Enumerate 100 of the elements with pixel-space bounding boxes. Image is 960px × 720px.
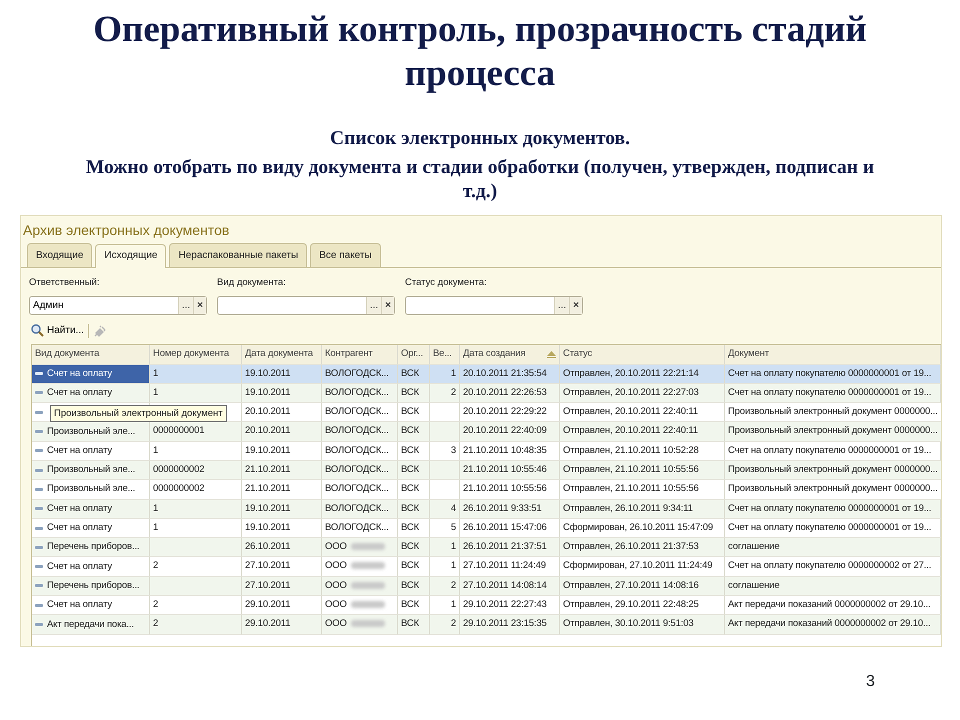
document-icon [35,584,43,588]
table-cell: Произвольный электронный документ 0000000... [725,422,941,442]
clear-button[interactable]: × [569,297,582,314]
window-title: Архив электронных документов [22,220,230,240]
tab[interactable]: Исходящие [95,244,166,268]
table-cell: 1 [430,538,460,558]
table-cell: 20.10.2011 21:35:54 [460,364,560,384]
table-cell: ВОЛОГОДСК... [322,384,398,404]
table-cell: 1 [430,364,460,384]
clear-button[interactable]: × [193,297,206,314]
find-button[interactable]: Найти... [31,323,84,338]
column-header[interactable]: Вид документа [32,345,150,364]
table-cell-text: Счет на оплату [47,444,112,458]
table-cell: ООО [325,541,347,552]
table-cell: 4 [430,500,460,519]
select-button[interactable]: ... [554,297,570,314]
table-row[interactable]: Счет на оплату 1 19.10.2011 ВОЛОГОДСК... ВСК 4 26.10.2011 9:33:51 Отправлен, 26.10.2011 9:34:11 Счет на оплату покупателю 0000000001 от 19... [32,500,941,519]
slide-subtitle: Можно отобрать по виду документа и стадии обработки (получен, утвержден, подписан и т.д.) [84,156,876,203]
table-cell: ВСК [398,384,430,404]
table-cell: Акт передачи показаний 0000000002 от 29.10... [725,615,941,635]
column-header[interactable]: Контрагент [322,345,398,364]
table-cell: ВСК [398,538,430,558]
document-icon [35,391,43,394]
table-cell: 20.10.2011 22:26:53 [460,384,560,404]
table-cell-text: Счет на оплату [47,366,112,381]
column-header[interactable]: Дата документа [242,345,322,364]
table-cell: Счет на оплату покупателю 0000000001 от 19... [725,500,941,519]
table-cell: соглашение [725,538,941,558]
tab[interactable]: Нераспакованные пакеты [169,242,308,267]
table-cell-text: Произвольный эле... [47,482,136,496]
document-icon [35,565,43,568]
select-button[interactable]: ... [178,297,194,314]
field-label: Вид документа: [217,276,287,290]
table-cell: 1 [150,364,242,384]
table-cell-text: Перечень приборов... [47,578,140,593]
table-cell: ВОЛОГОДСК... [322,500,398,519]
table-row[interactable]: Счет на оплату 1 19.10.2011 ВОЛОГОДСК... ВСК 1 20.10.2011 21:35:54 Отправлен, 20.10.2011 22:21:14 Счет на оплату покупателю 0000000001 от 19... [32,364,941,384]
table-row[interactable]: Акт передачи пока... 2 29.10.2011 ООО ВСК 2 29.10.2011 23:15:35 Отправлен, 30.10.2011 9:51:03 Акт передачи показаний 0000000002 от 29.10... [32,615,941,635]
table-cell-text: Счет на оплату [47,502,112,516]
table-cell-text: Счет на оплату [47,521,112,536]
table-cell: 19.10.2011 [242,500,322,519]
table-cell: 29.10.2011 [242,615,322,635]
table-cell: Отправлен, 26.10.2011 21:37:53 [560,538,725,558]
table-cell: 19.10.2011 [242,384,322,404]
field-label: Ответственный: [29,276,100,290]
column-header[interactable]: Дата создания [460,345,560,364]
table-cell: Отправлен, 27.10.2011 14:08:16 [560,576,725,596]
table-cell: ВСК [398,576,430,596]
input-field[interactable]: ... × [405,296,583,316]
table-cell: Счет на оплату покупателю 0000000001 от 19... [725,384,941,404]
document-icon [35,410,43,414]
table-cell-text: Счет на оплату [47,598,112,612]
select-button[interactable]: ... [366,297,382,314]
document-icon [35,430,43,434]
table-cell: ВОЛОГОДСК... [322,422,398,442]
column-header[interactable]: Статус [560,345,725,364]
table-row[interactable]: Произвольный эле... 0000000001 20.10.2011 ВОЛОГОДСК... ВСК 20.10.2011 22:40:09 Отправлен, 20.10.2011 22:40:11 Произвольный электронный документ 0000000... [32,422,941,442]
column-header[interactable]: Ве... [430,345,460,364]
search-icon [31,324,44,338]
table-cell: Отправлен, 26.10.2011 9:34:11 [560,500,725,519]
column-header[interactable]: Орг... [398,345,430,364]
table-row[interactable]: Перечень приборов... 27.10.2011 ООО ВСК 2 27.10.2011 14:08:14 Отправлен, 27.10.2011 14:08:16 соглашение [32,576,941,596]
table-cell: 27.10.2011 14:08:14 [460,576,560,596]
table-row[interactable]: Перечень приборов... 26.10.2011 ООО ВСК 1 26.10.2011 21:37:51 Отправлен, 26.10.2011 21:37:53 соглашение [32,538,941,558]
table-cell: ООО [325,580,347,591]
table-cell: ООО [325,560,347,572]
column-header[interactable]: Номер документа [150,345,242,364]
table-row[interactable]: Счет на оплату 1 19.10.2011 ВОЛОГОДСК... ВСК 2 20.10.2011 22:26:53 Отправлен, 20.10.2011 22:27:03 Счет на оплату покупателю 0000000001 от 19... [32,384,941,404]
table-cell: ВСК [398,364,430,384]
tab[interactable]: Входящие [27,242,92,267]
table-cell: 21.10.2011 [242,460,322,480]
table-cell-text: Произвольный эле... [47,463,136,478]
input-field[interactable]: Админ ... × [29,296,207,316]
table-cell: ВСК [398,500,430,519]
table-cell: ВСК [398,615,430,635]
table-cell: ВСК [398,422,430,442]
document-icon [35,546,43,549]
table-cell: 2 [430,576,460,596]
table-cell: 26.10.2011 [242,538,322,558]
page-number: 3 [866,672,875,692]
table-cell: Отправлен, 21.10.2011 10:55:56 [560,460,725,480]
table-cell: 1 [150,500,242,519]
table-cell-text: Акт передачи пока... [47,618,134,632]
document-icon [35,623,43,626]
document-icon [35,526,43,530]
table-cell: 0000000002 [150,460,242,480]
table-cell: 21.10.2011 10:55:46 [460,460,560,480]
table-cell: Отправлен, 30.10.2011 9:51:03 [560,615,725,635]
table-row[interactable]: Произвольный эле... 0000000002 21.10.2011 ВОЛОГОДСК... ВСК 21.10.2011 10:55:46 Отправлен, 21.10.2011 10:55:56 Произвольный электронный документ 0000000... [32,460,941,480]
table-cell-text: Произвольный эле... [47,424,136,439]
clear-button[interactable]: × [381,297,394,314]
field-label: Статус документа: [405,276,488,290]
table-cell: Отправлен, 20.10.2011 22:27:03 [560,384,725,404]
input-field[interactable]: ... × [217,296,395,316]
tooltip: Произвольный электронный документ [50,405,227,422]
tab[interactable]: Все пакеты [310,242,381,267]
table-cell: ВСК [398,460,430,480]
table-cell: 20.10.2011 [242,422,322,442]
table-cell: Счет на оплату покупателю 0000000001 от 19... [725,364,941,384]
column-header[interactable]: Документ [725,345,941,364]
